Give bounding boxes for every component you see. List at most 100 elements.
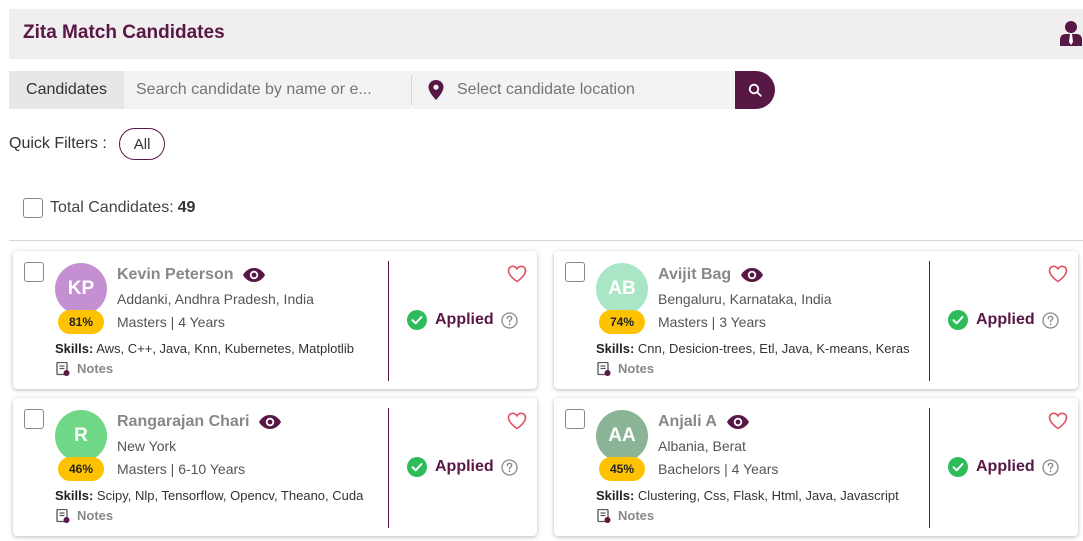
match-percentage-badge: 74% bbox=[599, 310, 645, 334]
candidate-education: Bachelors | 4 Years bbox=[658, 461, 779, 477]
candidate-name[interactable]: Kevin Peterson bbox=[117, 266, 233, 284]
page-header: Zita Match Candidates bbox=[9, 9, 1083, 59]
candidate-name-row: Kevin Peterson bbox=[117, 266, 266, 284]
avatar: R bbox=[55, 410, 107, 462]
skills-label: Skills: bbox=[55, 488, 94, 503]
view-eye-icon[interactable] bbox=[740, 267, 764, 283]
quick-filters: Quick Filters : All bbox=[9, 128, 166, 160]
application-status: Applied bbox=[407, 457, 518, 477]
notes-label: Notes bbox=[77, 361, 114, 376]
skills-list: Cnn, Desicion-trees, Etl, Java, K-means,… bbox=[637, 341, 910, 356]
favorite-heart-icon[interactable] bbox=[507, 412, 527, 430]
total-candidates-label: Total Candidates: bbox=[50, 199, 174, 216]
help-icon[interactable] bbox=[1042, 458, 1059, 476]
search-icon bbox=[748, 83, 762, 97]
candidate-location: Albania, Berat bbox=[658, 438, 746, 454]
search-category-label: Candidates bbox=[9, 71, 124, 109]
candidate-name-row: Anjali A bbox=[658, 413, 750, 431]
search-button[interactable] bbox=[735, 71, 775, 109]
favorite-heart-icon[interactable] bbox=[1048, 412, 1068, 430]
application-status: Applied bbox=[407, 310, 518, 330]
user-profile-icon[interactable] bbox=[1059, 20, 1083, 46]
check-circle-icon bbox=[407, 310, 427, 330]
check-circle-icon bbox=[407, 457, 427, 477]
notes-link[interactable]: Notes bbox=[56, 508, 113, 523]
candidate-search-bar: Candidates bbox=[9, 71, 775, 109]
page-title: Zita Match Candidates bbox=[23, 22, 225, 43]
candidate-skills: Skills: Cnn, Desicion-trees, Etl, Java, … bbox=[596, 341, 916, 356]
notes-link[interactable]: Notes bbox=[597, 361, 654, 376]
candidate-card[interactable]: KP 81% Kevin Peterson Addanki, Andhra Pr… bbox=[13, 251, 537, 389]
candidate-checkbox[interactable] bbox=[565, 262, 585, 282]
status-label: Applied bbox=[435, 311, 494, 328]
candidate-card[interactable]: R 46% Rangarajan Chari New York Masters … bbox=[13, 398, 537, 536]
notes-link[interactable]: Notes bbox=[56, 361, 113, 376]
help-icon[interactable] bbox=[1042, 311, 1059, 329]
match-percentage-badge: 45% bbox=[599, 457, 645, 481]
application-status: Applied bbox=[948, 457, 1059, 477]
candidate-location: Addanki, Andhra Pradesh, India bbox=[117, 291, 314, 307]
total-candidates-count: 49 bbox=[177, 199, 196, 216]
total-candidates-row: Total Candidates: 49 bbox=[23, 198, 195, 218]
divider bbox=[9, 240, 1083, 241]
favorite-heart-icon[interactable] bbox=[1048, 265, 1068, 283]
candidate-skills: Skills: Scipy, Nlp, Tensorflow, Opencv, … bbox=[55, 488, 375, 503]
candidate-card[interactable]: AA 45% Anjali A Albania, Berat Bachelors… bbox=[554, 398, 1078, 536]
candidate-education: Masters | 6-10 Years bbox=[117, 461, 246, 477]
candidate-name-search-input[interactable] bbox=[124, 71, 411, 109]
card-divider bbox=[388, 408, 389, 528]
candidate-name[interactable]: Avijit Bag bbox=[658, 266, 731, 284]
location-pin-icon bbox=[428, 80, 444, 100]
check-circle-icon bbox=[948, 310, 968, 330]
skills-label: Skills: bbox=[55, 341, 94, 356]
notes-label: Notes bbox=[618, 508, 655, 523]
view-eye-icon[interactable] bbox=[258, 414, 282, 430]
skills-list: Aws, C++, Java, Knn, Kubernetes, Matplot… bbox=[96, 341, 354, 356]
location-field bbox=[412, 71, 735, 109]
application-status: Applied bbox=[948, 310, 1059, 330]
candidate-education: Masters | 4 Years bbox=[117, 314, 225, 330]
candidate-name-row: Avijit Bag bbox=[658, 266, 764, 284]
avatar: KP bbox=[55, 263, 107, 315]
candidate-checkbox[interactable] bbox=[24, 409, 44, 429]
candidate-name-row: Rangarajan Chari bbox=[117, 413, 282, 431]
card-divider bbox=[929, 261, 930, 381]
candidate-name[interactable]: Rangarajan Chari bbox=[117, 413, 249, 431]
avatar: AB bbox=[596, 263, 648, 315]
view-eye-icon[interactable] bbox=[726, 414, 750, 430]
skills-label: Skills: bbox=[596, 488, 635, 503]
notes-icon bbox=[597, 361, 611, 376]
candidate-skills: Skills: Aws, C++, Java, Knn, Kubernetes,… bbox=[55, 341, 375, 356]
check-circle-icon bbox=[948, 457, 968, 477]
candidate-location: New York bbox=[117, 438, 177, 454]
skills-list: Clustering, Css, Flask, Html, Java, Java… bbox=[637, 488, 899, 503]
filter-chip-all[interactable]: All bbox=[118, 128, 166, 160]
match-percentage-badge: 46% bbox=[58, 457, 104, 481]
favorite-heart-icon[interactable] bbox=[507, 265, 527, 283]
notes-label: Notes bbox=[618, 361, 655, 376]
card-divider bbox=[388, 261, 389, 381]
candidate-name[interactable]: Anjali A bbox=[658, 413, 717, 431]
notes-icon bbox=[597, 508, 611, 523]
status-label: Applied bbox=[976, 311, 1035, 328]
status-label: Applied bbox=[976, 458, 1035, 475]
notes-link[interactable]: Notes bbox=[597, 508, 654, 523]
view-eye-icon[interactable] bbox=[242, 267, 266, 283]
candidate-education: Masters | 3 Years bbox=[658, 314, 766, 330]
select-all-checkbox[interactable] bbox=[23, 198, 43, 218]
candidate-location-input[interactable] bbox=[457, 71, 727, 109]
notes-icon bbox=[56, 508, 70, 523]
quick-filters-label: Quick Filters : bbox=[9, 135, 107, 152]
card-divider bbox=[929, 408, 930, 528]
candidate-checkbox[interactable] bbox=[24, 262, 44, 282]
skills-label: Skills: bbox=[596, 341, 635, 356]
candidate-checkbox[interactable] bbox=[565, 409, 585, 429]
match-percentage-badge: 81% bbox=[58, 310, 104, 334]
candidate-card[interactable]: AB 74% Avijit Bag Bengaluru, Karnataka, … bbox=[554, 251, 1078, 389]
avatar: AA bbox=[596, 410, 648, 462]
help-icon[interactable] bbox=[501, 311, 518, 329]
notes-label: Notes bbox=[77, 508, 114, 523]
notes-icon bbox=[56, 361, 70, 376]
candidate-location: Bengaluru, Karnataka, India bbox=[658, 291, 832, 307]
help-icon[interactable] bbox=[501, 458, 518, 476]
